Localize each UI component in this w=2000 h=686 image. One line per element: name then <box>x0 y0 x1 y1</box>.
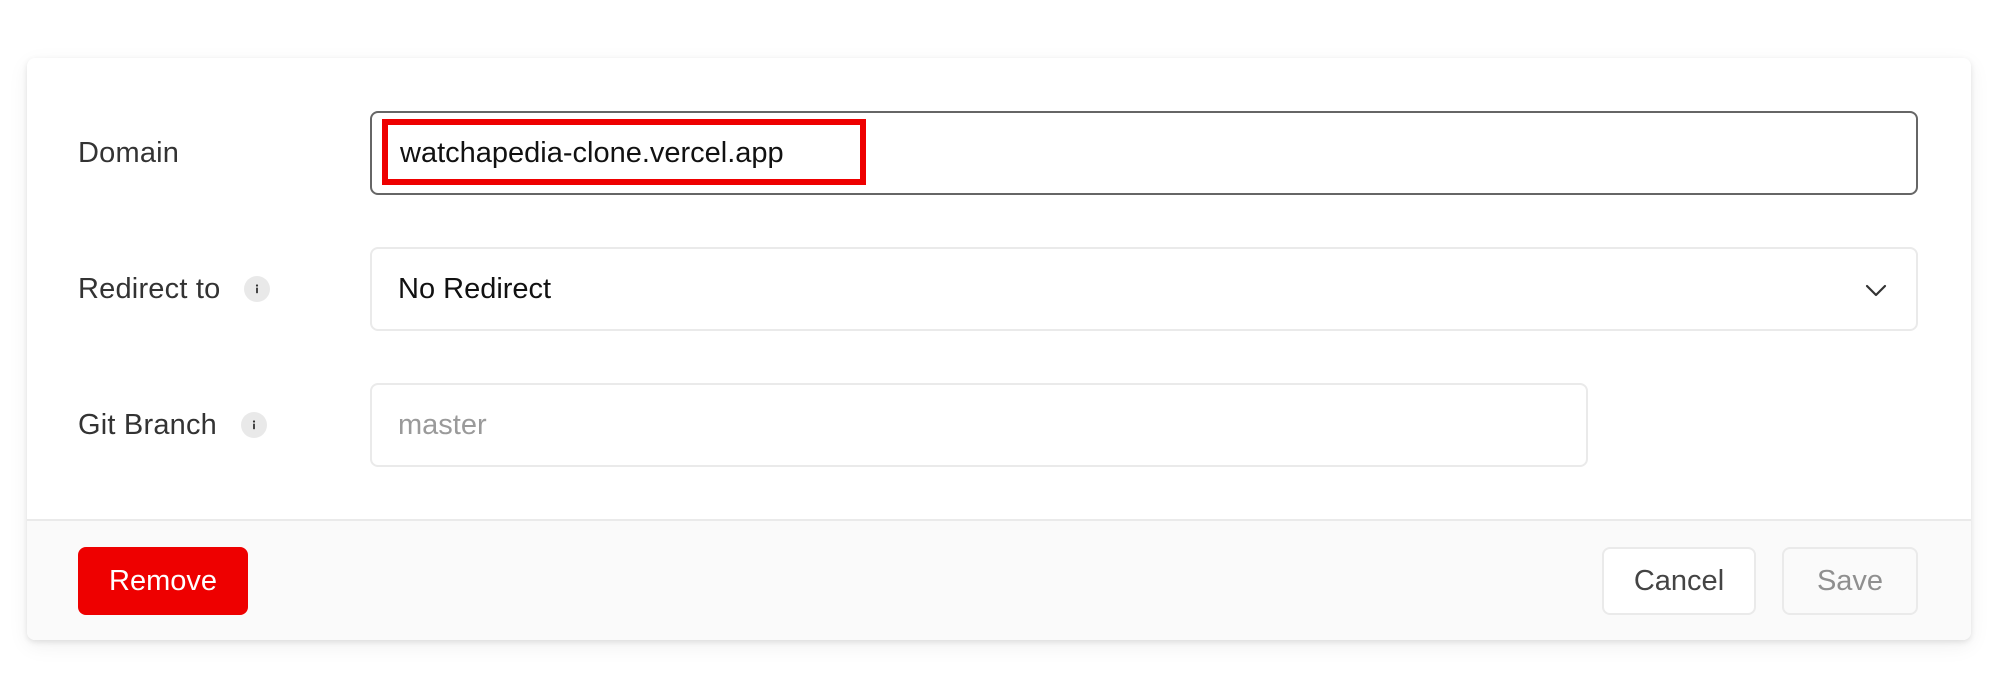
domain-label-wrap: Domain <box>78 111 179 195</box>
domain-settings-card: Domain watchapedia-clone.vercel.app Redi… <box>27 58 1971 640</box>
git-branch-row: Git Branch master <box>27 383 1971 467</box>
save-button[interactable]: Save <box>1782 547 1918 615</box>
info-icon[interactable] <box>241 412 267 438</box>
cancel-button[interactable]: Cancel <box>1602 547 1756 615</box>
domain-label: Domain <box>78 136 180 169</box>
card-footer: Remove Cancel Save <box>27 519 1971 640</box>
git-branch-label: Git Branch <box>78 408 217 441</box>
git-branch-label-wrap: Git Branch <box>78 383 267 467</box>
remove-button[interactable]: Remove <box>78 547 248 615</box>
info-icon[interactable] <box>244 276 271 302</box>
redirect-row: Redirect to No Redirect <box>27 247 1971 331</box>
chevron-down-icon <box>1865 284 1887 297</box>
domain-row: Domain watchapedia-clone.vercel.app <box>27 111 1971 195</box>
redirect-select[interactable]: No Redirect <box>370 247 1918 331</box>
redirect-label-wrap: Redirect to <box>78 247 271 331</box>
domain-value: watchapedia-clone.vercel.app <box>400 136 784 169</box>
domain-input[interactable]: watchapedia-clone.vercel.app <box>370 111 1918 195</box>
redirect-label: Redirect to <box>78 272 221 305</box>
git-branch-input[interactable]: master <box>370 383 1588 467</box>
git-branch-placeholder: master <box>398 408 487 441</box>
redirect-selected-value: No Redirect <box>398 272 552 305</box>
